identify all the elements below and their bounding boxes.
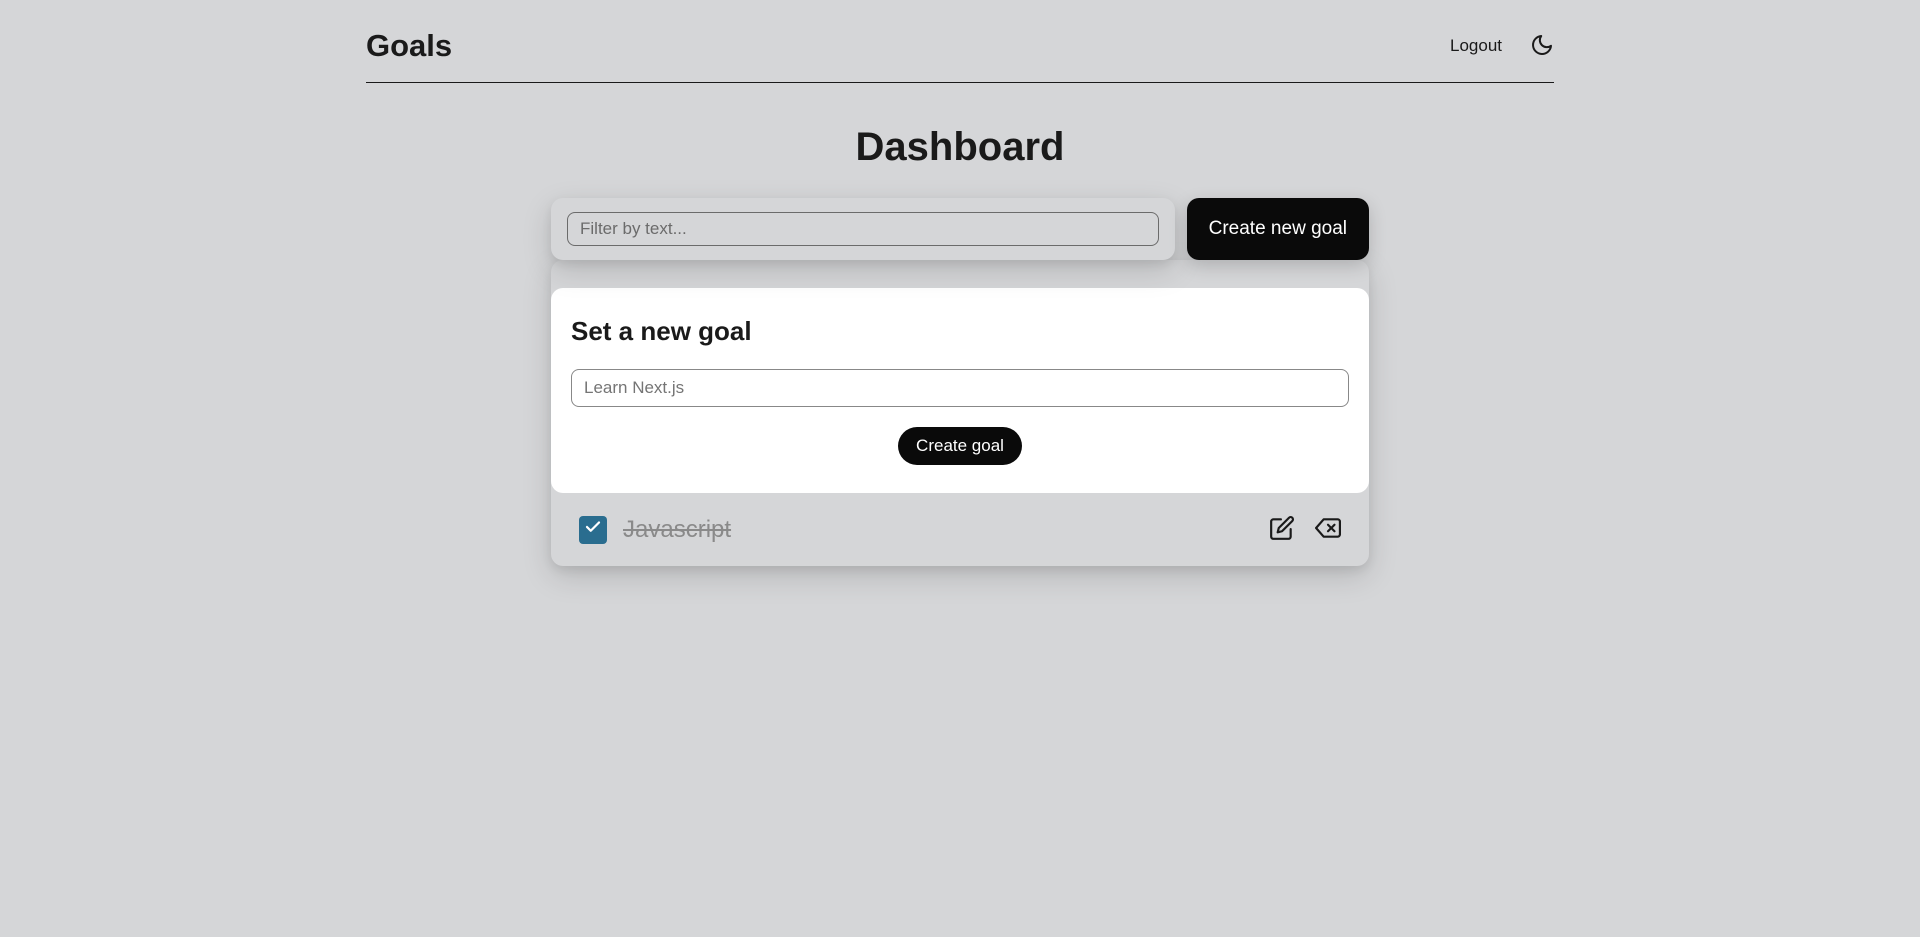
app-logo[interactable]: Goals bbox=[366, 28, 452, 64]
filter-input[interactable] bbox=[567, 212, 1159, 246]
header-actions: Logout bbox=[1450, 33, 1554, 60]
goal-item-left: Javascript bbox=[579, 516, 731, 544]
header: Goals Logout bbox=[366, 0, 1554, 83]
goal-item: Javascript bbox=[551, 493, 1369, 566]
edit-goal-button[interactable] bbox=[1269, 515, 1295, 544]
check-icon bbox=[584, 518, 602, 541]
delete-goal-button[interactable] bbox=[1315, 515, 1341, 544]
filter-input-card bbox=[551, 198, 1175, 260]
filter-row: Create new goal bbox=[551, 198, 1369, 260]
goal-input[interactable] bbox=[571, 369, 1349, 407]
edit-icon bbox=[1269, 515, 1295, 544]
goal-form-title: Set a new goal bbox=[571, 316, 1349, 347]
goal-item-actions bbox=[1269, 515, 1341, 544]
goal-text: Javascript bbox=[623, 516, 731, 544]
page-title: Dashboard bbox=[366, 125, 1554, 170]
goal-form-card: Set a new goal Create goal bbox=[551, 288, 1369, 493]
main-card: Set a new goal Create goal Javascript bbox=[551, 260, 1369, 566]
theme-toggle-button[interactable] bbox=[1530, 33, 1554, 60]
logout-button[interactable]: Logout bbox=[1450, 36, 1502, 56]
submit-goal-button[interactable]: Create goal bbox=[898, 427, 1022, 465]
delete-icon bbox=[1315, 515, 1341, 544]
moon-icon bbox=[1530, 33, 1554, 60]
create-new-goal-button[interactable]: Create new goal bbox=[1187, 198, 1369, 260]
goal-checkbox[interactable] bbox=[579, 516, 607, 544]
